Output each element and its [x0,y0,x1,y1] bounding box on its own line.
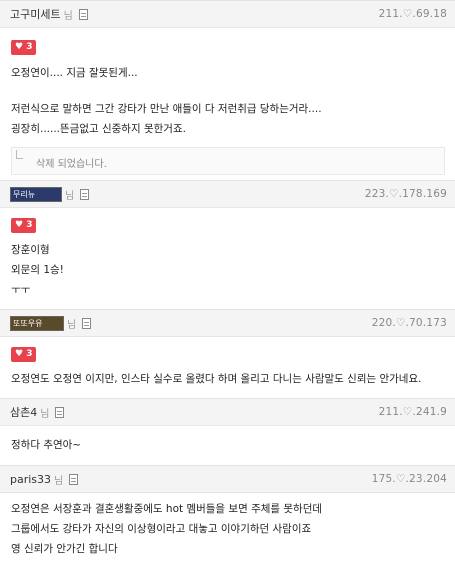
comment-line: 그룹에서도 강타가 자신의 이상형이라고 대놓고 이야기하던 사람이죠 [11,523,312,535]
heart-icon: ♥ [15,349,24,359]
memo-icon[interactable] [69,473,79,485]
author-image-text: 또또우유 [13,318,43,328]
author-image[interactable]: 무리뉴 [10,186,62,202]
comment-item: 또또우유 님 220.♡.70.173 ♥ 3 오정연도 오정연 이지만, 인스… [0,309,455,385]
reply-indent-icon [16,150,23,159]
comment-line: 오정연이.... 지금 잘못된게... [11,67,138,79]
comment-item: 고구미세트 님 211.♡.69.18 ♥ 3 오정연이.... 지금 잘못된게… [0,0,455,175]
author-name[interactable]: 삼촌4 [10,404,37,420]
like-badge: ♥ 3 [11,40,37,55]
comment-line: 장훈이형 [11,244,50,256]
comment-header: 또또우유 님 220.♡.70.173 [0,309,455,337]
like-count: 3 [26,349,33,359]
memo-icon[interactable] [82,317,92,329]
comment-line: 오정연은 서장훈과 결혼생활중에도 hot 멤버들을 보면 주체를 못하던데 [11,503,323,515]
like-badge: ♥ 3 [11,218,37,233]
comment-line: 굉장히......뜬금없고 신중하지 못한거죠. [11,123,186,135]
ip-address: 223.♡.178.169 [364,188,447,200]
memo-icon[interactable] [80,188,90,200]
memo-icon[interactable] [55,406,65,418]
comment-header: 무리뉴 님 223.♡.178.169 [0,180,455,208]
author-suffix: 님 [63,10,73,22]
comment-header: paris33 님 175.♡.23.204 [0,465,455,493]
like-count: 3 [26,220,33,230]
comment-line: 오정연도 오정연 이지만, 인스타 실수로 올렸다 하며 올리고 다니는 사람말… [11,373,422,385]
comment-item: paris33 님 175.♡.23.204 오정연은 서장훈과 결혼생활중에도… [0,465,455,555]
ip-address: 211.♡.69.18 [378,8,447,20]
comment-line: 영 신뢰가 안가긴 합니다 [11,543,118,555]
comment-line: 정하다 추연아~ [11,439,82,451]
author-suffix: 님 [40,408,50,420]
comment-line: 저런식으로 말하면 그간 강타가 만난 애들이 다 저런취급 당하는거라.... [11,103,322,115]
like-badge: ♥ 3 [11,347,37,362]
author-image[interactable]: 또또우유 [10,315,64,331]
ip-address: 175.♡.23.204 [371,473,447,485]
ip-address: 220.♡.70.173 [371,317,447,329]
author-suffix: 님 [65,190,75,202]
comment-line: ㅜㅜ [11,284,31,296]
memo-icon[interactable] [78,8,88,20]
deleted-reply: 삭제 되었습니다. [11,147,445,175]
author-name[interactable]: 고구미세트 [10,6,61,22]
author-name[interactable]: paris33 [10,473,51,486]
heart-icon: ♥ [15,42,24,52]
comment-item: 삼촌4 님 211.♡.241.9 정하다 추연아~ [0,398,455,451]
comment-item: 무리뉴 님 223.♡.178.169 ♥ 3 장훈이형 외문의 1승! ㅜㅜ [0,180,455,296]
author-suffix: 님 [54,475,64,487]
like-count: 3 [26,42,33,52]
heart-icon: ♥ [15,220,24,230]
deleted-text: 삭제 되었습니다. [36,159,107,170]
comment-header: 삼촌4 님 211.♡.241.9 [0,398,455,426]
ip-address: 211.♡.241.9 [378,406,447,418]
comment-header: 고구미세트 님 211.♡.69.18 [0,0,455,28]
author-suffix: 님 [67,319,77,331]
author-image-text: 무리뉴 [13,189,36,199]
comment-line: 외문의 1승! [11,264,64,276]
